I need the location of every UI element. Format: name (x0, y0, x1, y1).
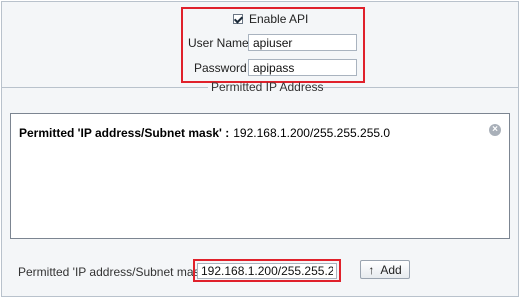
ip-input-label: Permitted 'IP address/Subnet mask' (18, 265, 208, 279)
password-row: Password : (194, 59, 357, 76)
username-input[interactable] (248, 34, 357, 51)
legend-divider-right (314, 87, 518, 88)
enable-api-row: Enable API (233, 12, 308, 26)
list-item: Permitted 'IP address/Subnet mask' : 192… (19, 126, 390, 140)
enable-api-label: Enable API (249, 12, 309, 26)
up-arrow-icon: ↑ (368, 262, 375, 277)
legend-divider-left (2, 87, 208, 88)
username-label: User Name : (188, 35, 256, 50)
username-row: User Name : (188, 34, 357, 51)
password-label: Password : (194, 60, 254, 75)
ip-input-highlight (193, 259, 341, 282)
add-button[interactable]: ↑ Add (360, 260, 410, 279)
password-input[interactable] (248, 59, 357, 76)
list-item-label: Permitted 'IP address/Subnet mask' : (19, 126, 230, 140)
permitted-ip-legend: Permitted IP Address (211, 80, 324, 94)
list-item-value: 192.168.1.200/255.255.255.0 (233, 126, 391, 140)
enable-api-checkbox[interactable] (233, 14, 243, 24)
remove-icon[interactable]: × (489, 124, 501, 136)
permitted-ip-list: Permitted 'IP address/Subnet mask' : 192… (10, 113, 510, 239)
ip-subnet-input[interactable] (197, 263, 337, 279)
add-button-label: Add (380, 262, 402, 277)
